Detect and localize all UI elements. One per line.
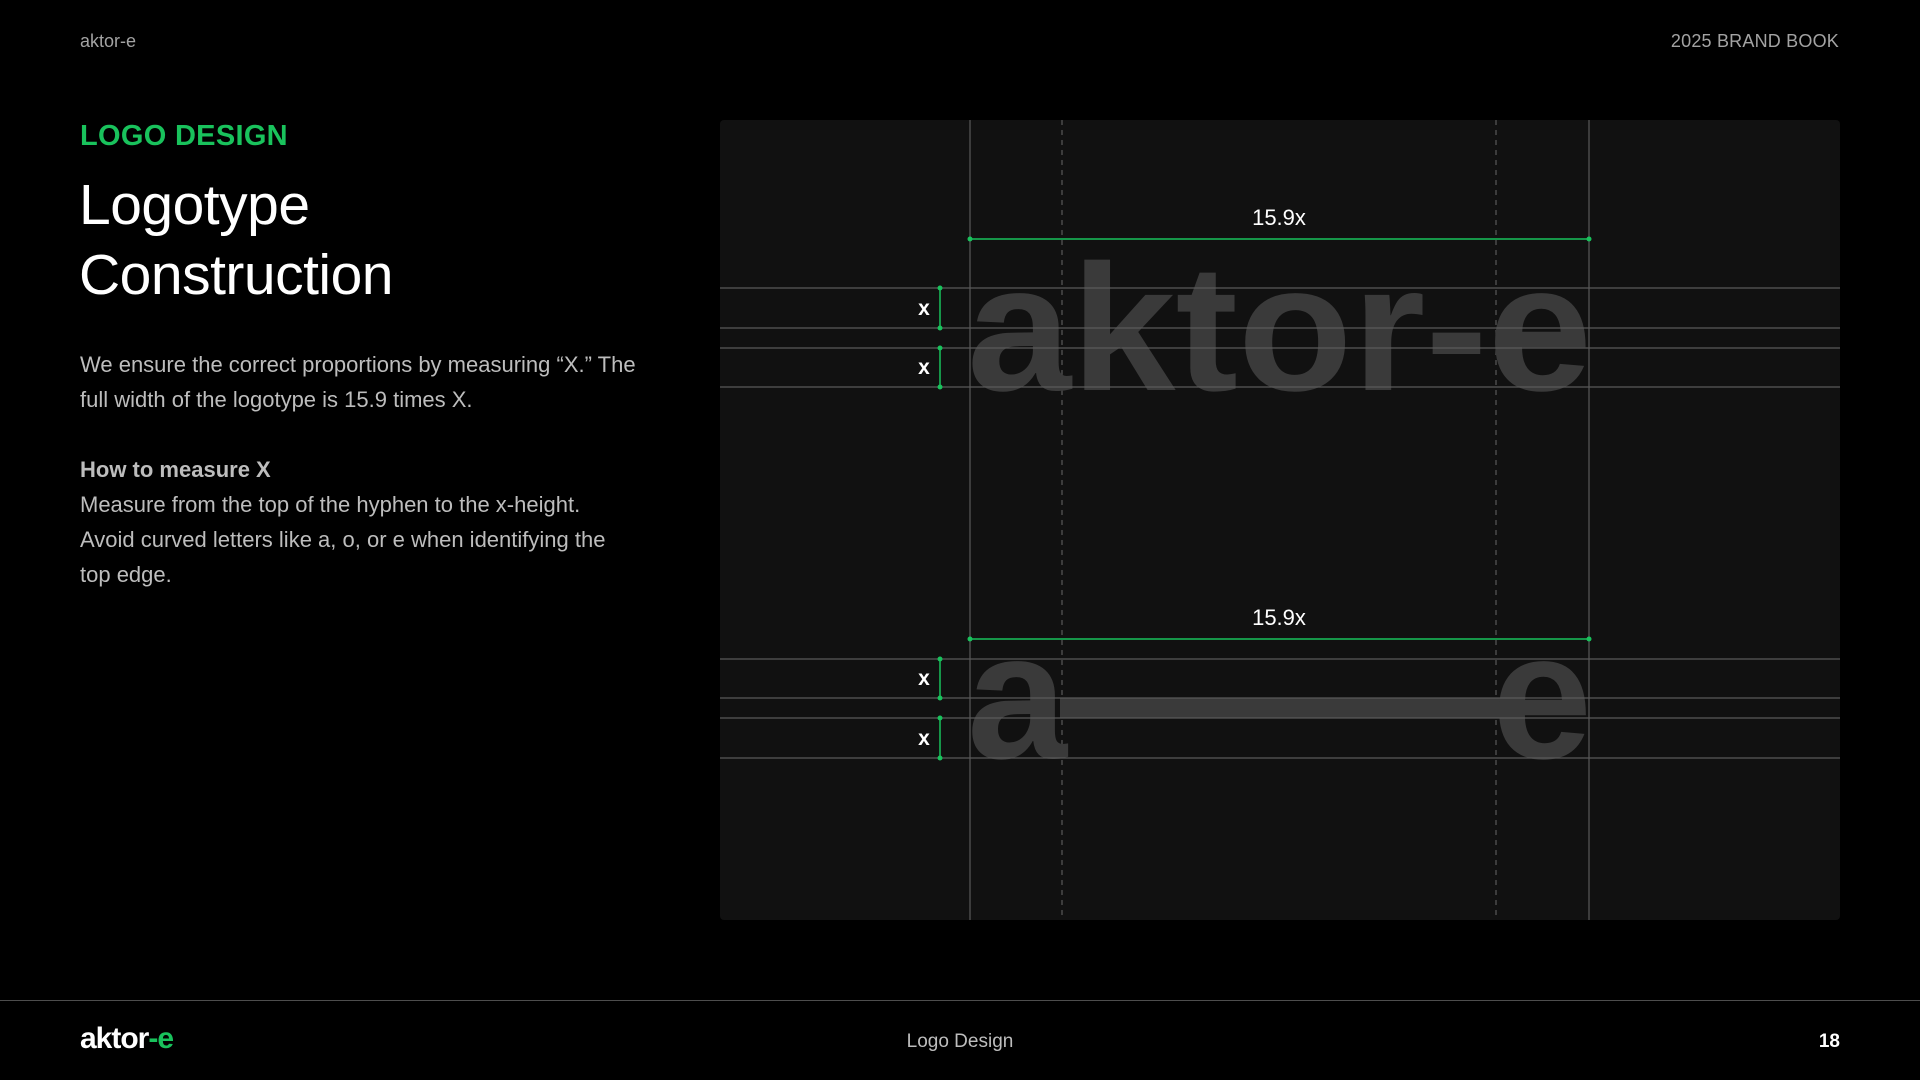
- width-dimension-top-end: [1586, 236, 1592, 242]
- x-marker-bottom-2-end: [937, 755, 943, 761]
- construction-diagram-panel: aktor-e 15.9x x x a e 15.9x x x: [720, 120, 1840, 920]
- x-label-bottom-2: x: [918, 727, 930, 750]
- page-title: Logotype Construction: [79, 170, 639, 310]
- width-label-bottom: 15.9x: [1252, 605, 1306, 630]
- x-marker-top-2-end: [937, 384, 943, 390]
- width-dimension-bottom-start: [967, 636, 973, 642]
- x-marker-top-2-start: [937, 345, 943, 351]
- intro-paragraph: We ensure the correct proportions by mea…: [80, 352, 636, 412]
- x-label-bottom-1: x: [918, 667, 930, 690]
- how-to-subhead: How to measure X: [80, 457, 271, 482]
- x-marker-bottom-1-start: [937, 656, 943, 662]
- footer-section-name: Logo Design: [906, 1031, 1014, 1052]
- section-kicker: LOGO DESIGN: [80, 120, 288, 152]
- x-label-top-1: x: [918, 297, 930, 320]
- x-marker-top-1-end: [937, 325, 943, 331]
- construction-diagram: aktor-e 15.9x x x a e 15.9x x x: [720, 120, 1840, 920]
- x-marker-bottom-2-start: [937, 715, 943, 721]
- footer-divider: [0, 1000, 1920, 1001]
- logo-letter-a: a: [967, 596, 1069, 797]
- width-dimension-bottom-end: [1586, 636, 1592, 642]
- width-dimension-top-start: [967, 236, 973, 242]
- page-title-line-2: Construction: [79, 243, 394, 307]
- logo-letter-e: e: [1492, 596, 1592, 797]
- x-marker-bottom-1-end: [937, 695, 943, 701]
- page-number: 18: [1818, 1031, 1840, 1052]
- how-to-paragraph: Measure from the top of the hyphen to th…: [80, 492, 606, 587]
- x-label-top-2: x: [918, 356, 930, 379]
- header-book-title: 2025 BRAND BOOK: [1670, 31, 1839, 51]
- header-brand: aktor-e: [80, 31, 137, 51]
- page-title-line-1: Logotype: [79, 173, 310, 237]
- logo-hyphen-bar: [1060, 698, 1500, 718]
- x-marker-top-1-start: [937, 285, 943, 291]
- width-label-top: 15.9x: [1252, 205, 1306, 230]
